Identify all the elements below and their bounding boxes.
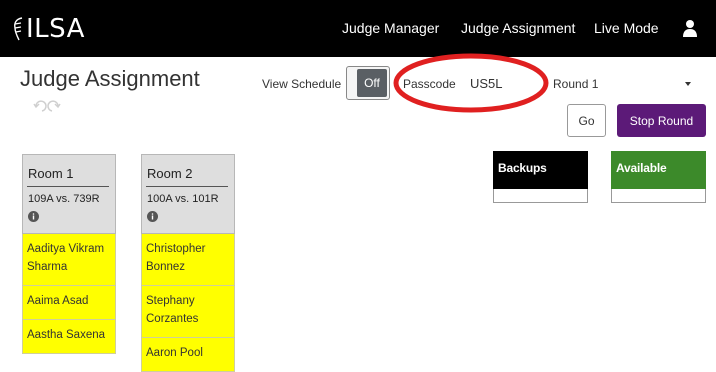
room-column-1: Room 1 109A vs. 739R Aaditya Vikram Shar… bbox=[22, 154, 116, 354]
available-dropzone[interactable] bbox=[611, 189, 706, 203]
divider bbox=[146, 186, 228, 187]
room-match: 109A vs. 739R bbox=[28, 193, 100, 205]
toggle-off-state: Off bbox=[357, 69, 387, 97]
info-icon[interactable] bbox=[147, 211, 158, 222]
passcode-label: Passcode bbox=[403, 77, 456, 91]
divider bbox=[27, 186, 109, 187]
backups-dropzone[interactable] bbox=[493, 189, 588, 203]
round-select[interactable]: Round 1 bbox=[553, 72, 699, 96]
brand-logo[interactable]: ILSA bbox=[12, 12, 85, 46]
judge-card[interactable]: Stephany Corzantes bbox=[141, 286, 235, 338]
judge-card[interactable]: Aastha Saxena bbox=[22, 320, 116, 354]
available-header: Available bbox=[611, 151, 706, 189]
stop-round-button[interactable]: Stop Round bbox=[617, 104, 706, 137]
view-schedule-toggle[interactable]: Off bbox=[346, 66, 390, 100]
backups-header: Backups bbox=[493, 151, 588, 189]
nav-judge-assignment[interactable]: Judge Assignment bbox=[461, 20, 575, 36]
room-name: Room 1 bbox=[28, 166, 74, 181]
nav-judge-manager[interactable]: Judge Manager bbox=[342, 20, 439, 36]
page-title: Judge Assignment bbox=[20, 66, 200, 91]
judge-card[interactable]: Aaron Pool bbox=[141, 338, 235, 372]
room-match: 100A vs. 101R bbox=[147, 193, 219, 205]
backups-pool[interactable]: Backups bbox=[493, 151, 588, 203]
room-header[interactable]: Room 1 109A vs. 739R bbox=[22, 154, 116, 234]
top-navbar: ILSA Judge Manager Judge Assignment Live… bbox=[0, 0, 716, 57]
room-name: Room 2 bbox=[147, 166, 193, 181]
caret-down-icon bbox=[685, 82, 691, 86]
judge-card[interactable]: Christopher Bonnez bbox=[141, 234, 235, 286]
room-column-2: Room 2 100A vs. 101R Christopher Bonnez … bbox=[141, 154, 235, 372]
view-schedule-label: View Schedule bbox=[262, 77, 342, 91]
leaf-logo-icon bbox=[14, 17, 23, 41]
room-header[interactable]: Room 2 100A vs. 101R bbox=[141, 154, 235, 234]
judge-card[interactable]: Aaditya Vikram Sharma bbox=[22, 234, 116, 286]
available-pool[interactable]: Available bbox=[611, 151, 706, 203]
user-icon[interactable] bbox=[683, 19, 697, 37]
round-select-value: Round 1 bbox=[553, 77, 599, 91]
passcode-input[interactable] bbox=[470, 74, 520, 92]
info-icon[interactable] bbox=[28, 211, 39, 222]
go-button[interactable]: Go bbox=[567, 104, 606, 137]
judge-card[interactable]: Aaima Asad bbox=[22, 286, 116, 320]
brand-name: ILSA bbox=[26, 14, 85, 44]
nav-live-mode[interactable]: Live Mode bbox=[594, 20, 659, 36]
undo-redo-icon[interactable] bbox=[33, 99, 61, 113]
